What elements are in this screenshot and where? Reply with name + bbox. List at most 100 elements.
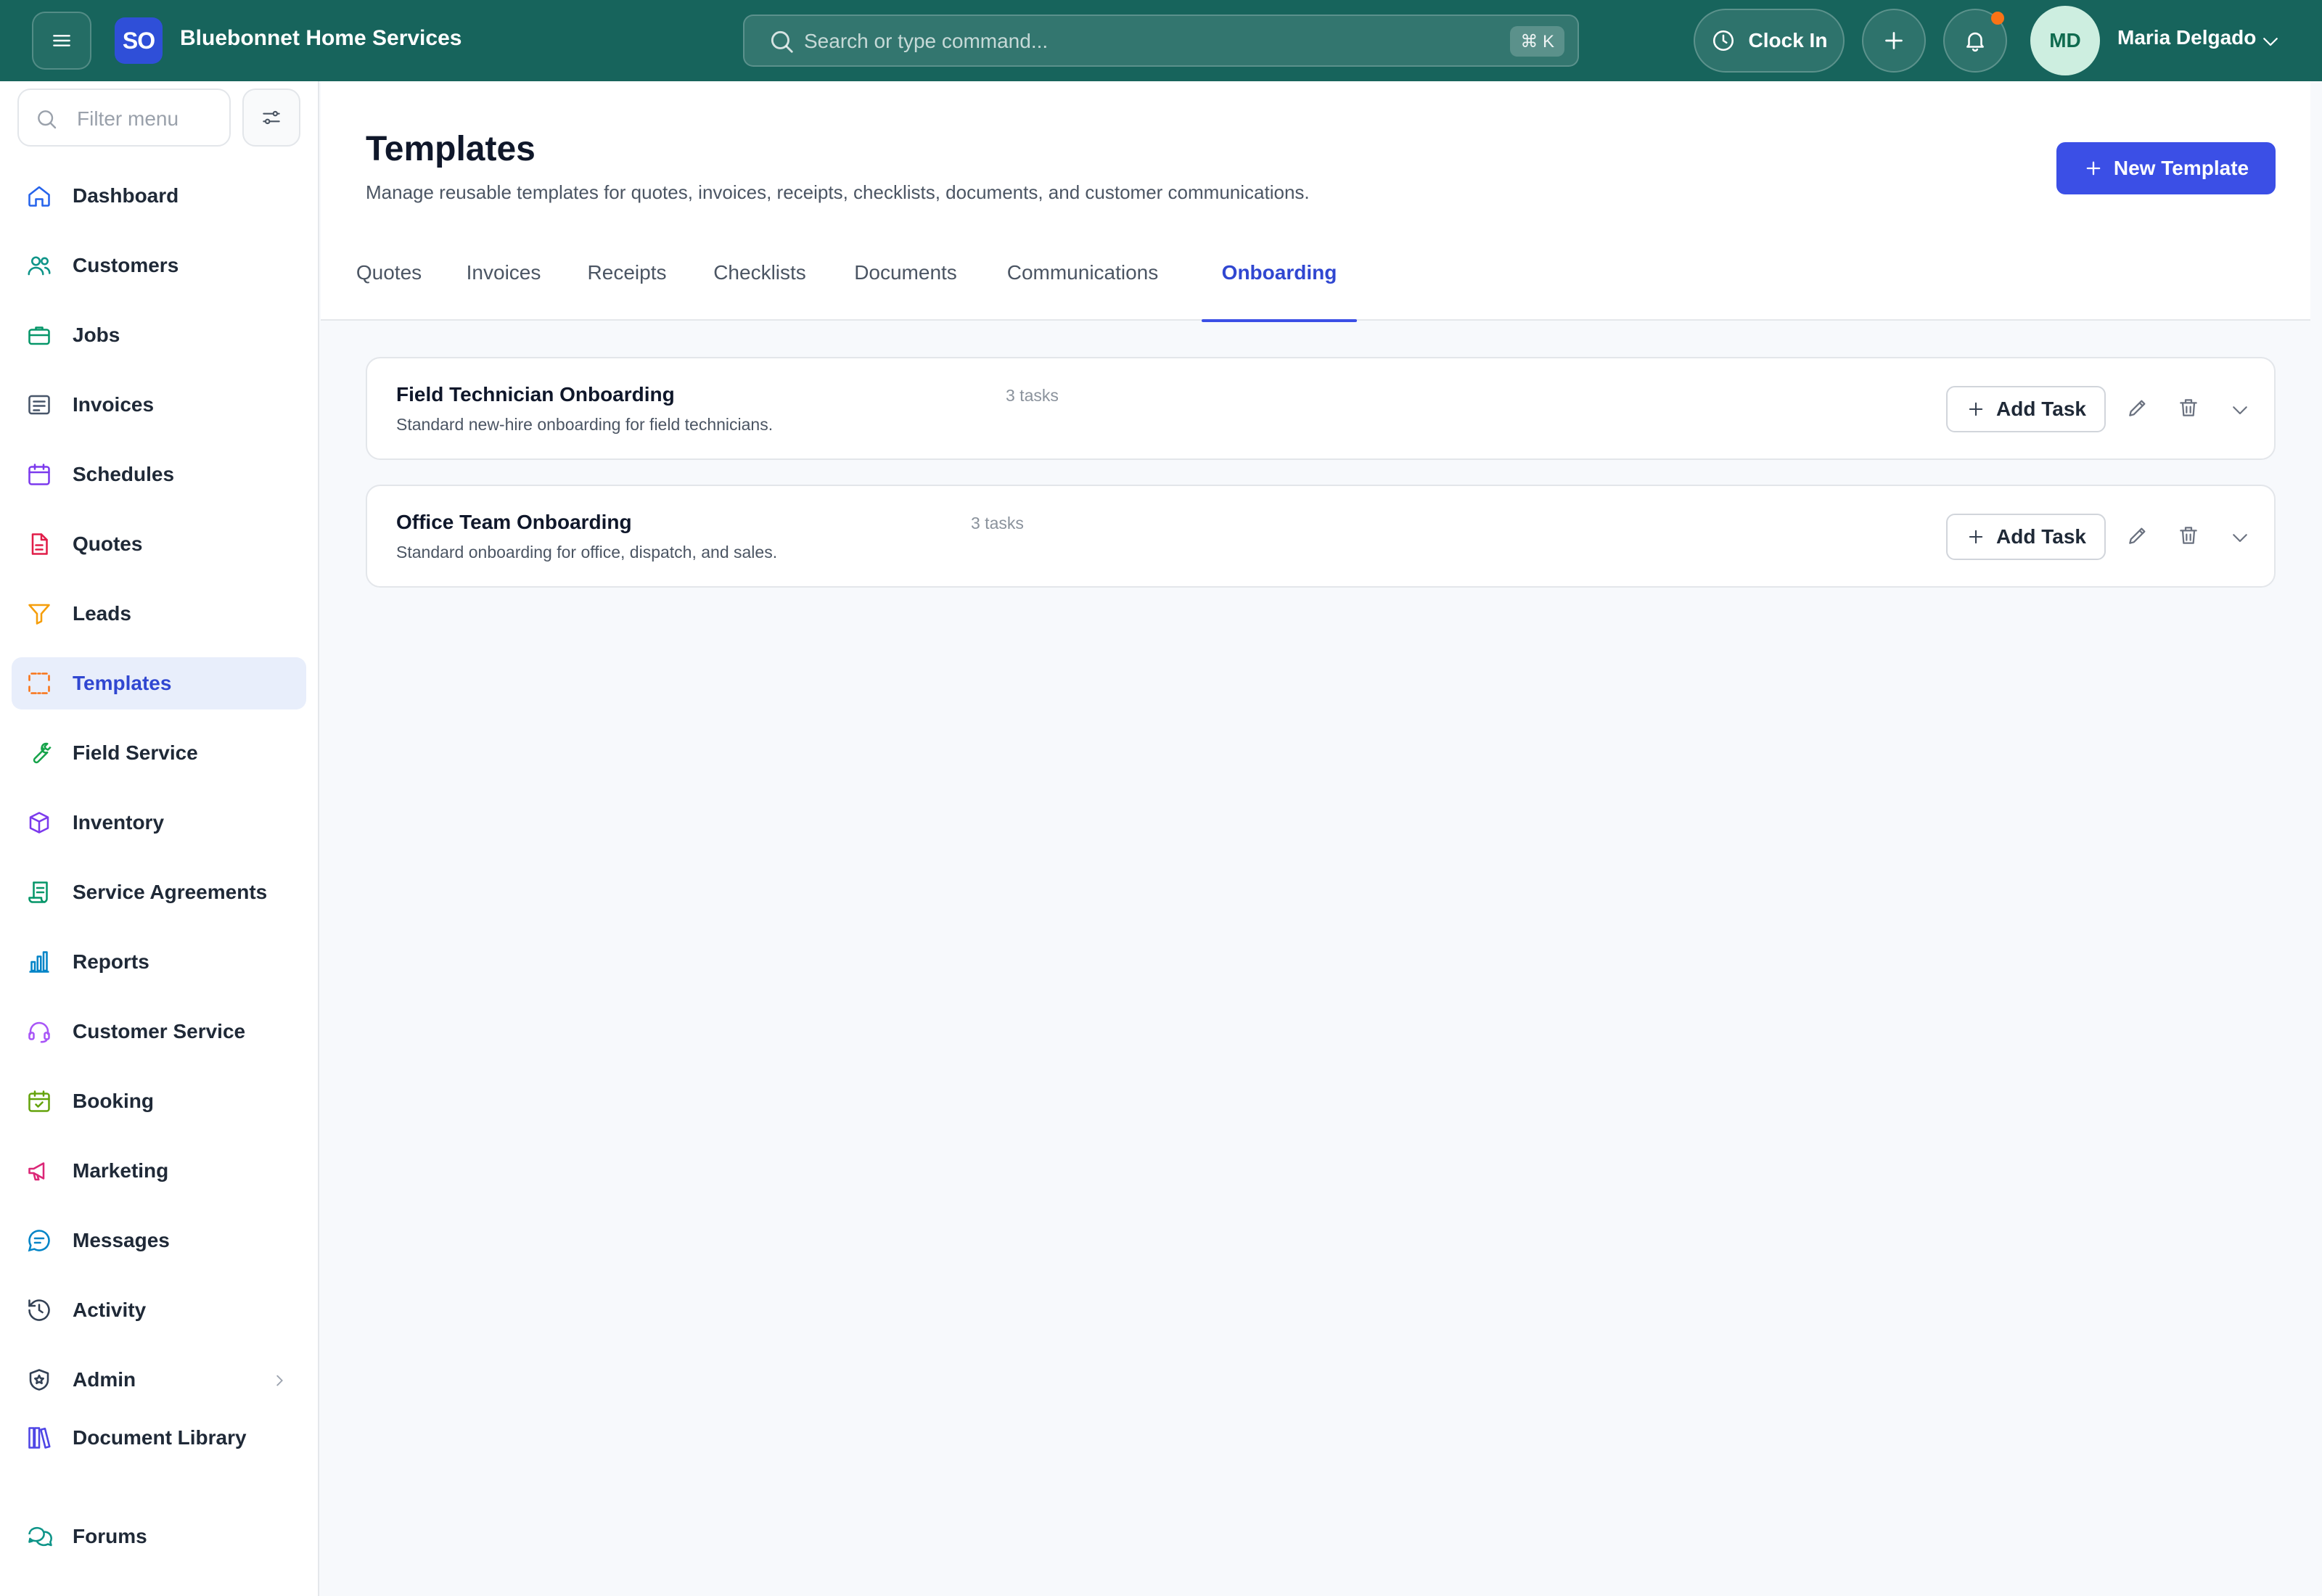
sidebar-item-activity[interactable]: Activity	[12, 1284, 306, 1336]
template-card[interactable]: Office Team Onboarding 3 tasks Standard …	[366, 485, 2276, 588]
sidebar-item-label: Field Service	[73, 741, 198, 764]
company-logo[interactable]: SO	[115, 17, 163, 64]
tab-onboarding[interactable]: Onboarding	[1202, 250, 1357, 322]
tab-receipts[interactable]: Receipts	[588, 250, 667, 321]
sidebar-item-forums[interactable]: Forums	[12, 1510, 306, 1563]
task-count: 3 tasks	[1006, 386, 1059, 405]
sidebar-item-field-service[interactable]: Field Service	[12, 727, 306, 779]
invoice-icon	[28, 395, 50, 415]
pencil-icon[interactable]	[2126, 396, 2149, 419]
sidebar: Filter menu Dashboard Customers Jobs Inv…	[0, 81, 319, 1596]
template-title: Field Technician Onboarding	[396, 383, 675, 406]
sidebar-item-label: Forums	[73, 1525, 147, 1547]
sidebar-item-label: Customers	[73, 254, 179, 276]
sidebar-item-reports[interactable]: Reports	[12, 936, 306, 988]
sidebar-item-label: Invoices	[73, 393, 155, 416]
company-name: Bluebonnet Home Services	[180, 26, 462, 50]
chat-icon	[28, 1230, 50, 1252]
sidebar-item-customer-service[interactable]: Customer Service	[12, 1005, 306, 1058]
file-icon	[31, 533, 48, 555]
sidebar-item-invoices[interactable]: Invoices	[12, 379, 306, 431]
briefcase-icon	[28, 326, 50, 345]
sidebar-item-messages[interactable]: Messages	[12, 1214, 306, 1267]
keyboard-shortcut-badge: ⌘ K	[1510, 26, 1564, 57]
clock-icon	[1712, 30, 1734, 52]
calendar-check-icon	[28, 1090, 50, 1112]
sidebar-item-label: Inventory	[73, 811, 165, 834]
sidebar-item-admin[interactable]: Admin	[12, 1354, 306, 1406]
page-header: Templates Manage reusable templates for …	[321, 81, 2310, 322]
shield-icon	[29, 1369, 49, 1391]
sidebar-item-label: Activity	[73, 1299, 147, 1321]
sidebar-item-label: Booking	[73, 1090, 154, 1112]
hamburger-icon	[53, 35, 70, 46]
funnel-icon	[28, 604, 50, 625]
template-description: Standard new-hire onboarding for field t…	[396, 415, 774, 434]
tab-quotes[interactable]: Quotes	[356, 250, 422, 321]
template-icon	[28, 672, 50, 694]
trash-icon[interactable]	[2177, 396, 2200, 419]
chevron-down-icon[interactable]	[2229, 399, 2251, 421]
plus-icon	[1969, 402, 1983, 416]
add-task-button[interactable]: Add Task	[1946, 386, 2106, 432]
tab-checklists[interactable]: Checklists	[713, 250, 806, 321]
template-description: Standard onboarding for office, dispatch…	[396, 543, 778, 562]
sidebar-item-leads[interactable]: Leads	[12, 588, 306, 640]
sidebar-item-label: Reports	[73, 950, 149, 973]
command-search-input[interactable]: Search or type command... ⌘ K	[743, 15, 1579, 67]
plus-icon	[2086, 161, 2101, 176]
scroll-icon	[28, 881, 48, 903]
sidebar-item-marketing[interactable]: Marketing	[12, 1145, 306, 1197]
menu-settings-button[interactable]	[242, 89, 300, 147]
avatar[interactable]: MD	[2030, 6, 2100, 75]
filter-placeholder: Filter menu	[77, 107, 179, 130]
task-count: 3 tasks	[971, 514, 1024, 532]
sidebar-item-label: Marketing	[73, 1159, 169, 1182]
chevron-down-icon[interactable]	[2229, 527, 2251, 548]
user-name[interactable]: Maria Delgado	[2117, 26, 2256, 49]
sidebar-item-customers[interactable]: Customers	[12, 239, 306, 292]
add-task-button[interactable]: Add Task	[1946, 514, 2106, 560]
sidebar-item-dashboard[interactable]: Dashboard	[12, 170, 306, 222]
pencil-icon[interactable]	[2126, 524, 2149, 547]
sidebar-item-service-agreements[interactable]: Service Agreements	[12, 866, 306, 918]
clock-in-button[interactable]: Clock In	[1694, 9, 1845, 73]
sidebar-item-schedules[interactable]: Schedules	[12, 448, 306, 501]
tab-documents[interactable]: Documents	[853, 250, 958, 321]
home-icon	[28, 186, 50, 207]
sidebar-item-quotes[interactable]: Quotes	[12, 518, 306, 570]
wrench-icon	[33, 742, 52, 764]
chevron-right-icon	[276, 1375, 283, 1386]
sidebar-item-label: Document Library	[73, 1426, 247, 1449]
plus-icon	[1885, 32, 1903, 49]
search-placeholder: Search or type command...	[804, 30, 1049, 52]
sidebar-item-document-library[interactable]: Document Library	[12, 1412, 306, 1464]
search-icon	[38, 110, 57, 129]
sidebar-item-label: Jobs	[73, 324, 120, 346]
sidebar-item-templates[interactable]: Templates	[12, 657, 306, 709]
search-icon	[771, 30, 793, 53]
hamburger-menu-button[interactable]	[32, 12, 91, 70]
sidebar-item-booking[interactable]: Booking	[12, 1075, 306, 1127]
sidebar-item-label: Dashboard	[73, 184, 179, 207]
sidebar-item-jobs[interactable]: Jobs	[12, 309, 306, 361]
new-template-label: New Template	[2113, 157, 2249, 179]
bar-chart-icon	[29, 951, 49, 973]
library-icon	[28, 1427, 51, 1449]
trash-icon[interactable]	[2177, 524, 2200, 547]
filter-menu-input[interactable]: Filter menu	[17, 89, 231, 147]
quick-add-button[interactable]	[1862, 9, 1926, 73]
history-icon	[28, 1299, 50, 1321]
tab-invoices[interactable]: Invoices	[467, 250, 541, 321]
notification-dot	[1991, 12, 2004, 25]
sidebar-item-inventory[interactable]: Inventory	[12, 797, 306, 849]
chevron-down-icon[interactable]	[2260, 30, 2281, 52]
template-title: Office Team Onboarding	[396, 511, 632, 533]
sidebar-item-label: Customer Service	[73, 1020, 246, 1042]
template-card[interactable]: Field Technician Onboarding 3 tasks Stan…	[366, 357, 2276, 460]
headset-icon	[28, 1021, 50, 1043]
new-template-button[interactable]: New Template	[2056, 142, 2276, 194]
bell-icon	[1966, 32, 1984, 52]
sidebar-item-label: Admin	[73, 1368, 136, 1391]
tab-communications[interactable]: Communications	[1007, 250, 1159, 321]
